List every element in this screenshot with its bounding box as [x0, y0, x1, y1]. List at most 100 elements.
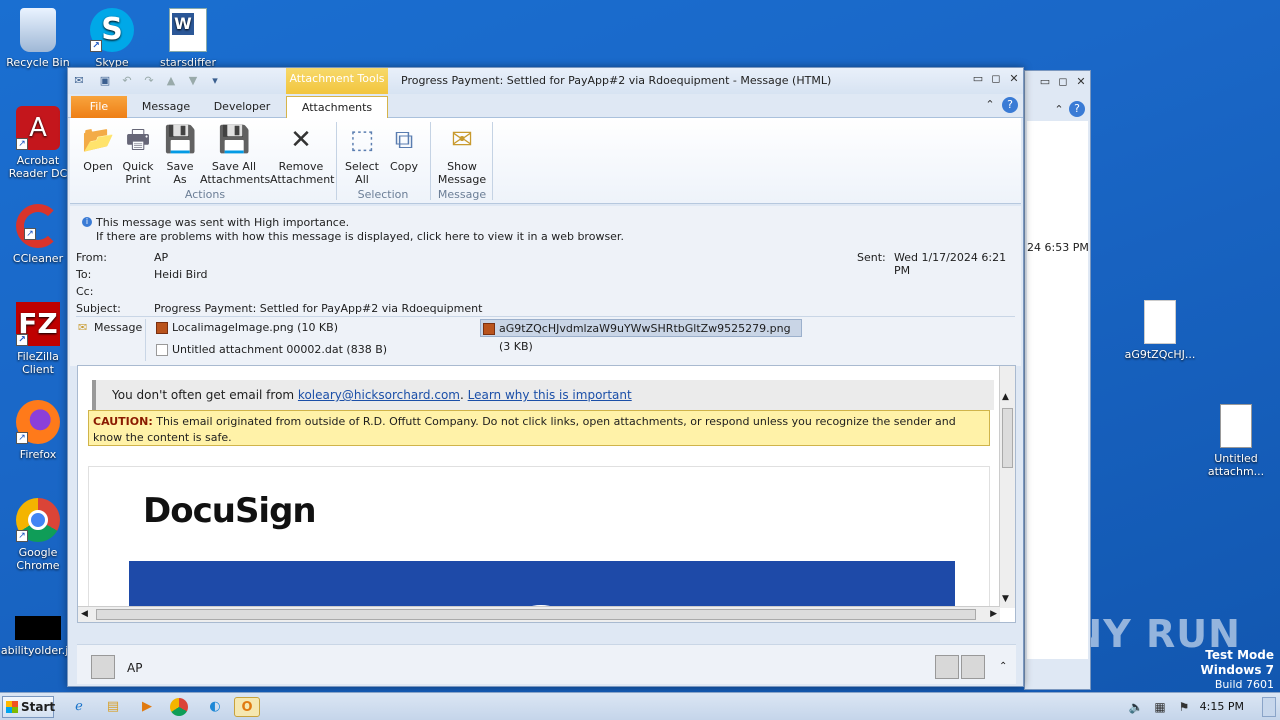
tab-file[interactable]: File — [71, 96, 127, 118]
copy-icon: ⧉ — [394, 125, 414, 155]
start-button[interactable]: Start — [2, 696, 55, 718]
down-icon[interactable]: ▼ — [186, 74, 200, 88]
from-value[interactable]: AP — [154, 251, 168, 264]
collapse-ribbon-icon[interactable]: ⌃ — [982, 98, 998, 112]
internet-explorer-icon[interactable]: ℯ — [68, 697, 90, 717]
from-label: From: — [76, 251, 107, 264]
envelope-icon: ✉ — [451, 125, 473, 155]
people-pane: AP ⌃ — [77, 644, 1016, 684]
avatar[interactable] — [91, 655, 115, 679]
minimize-icon[interactable]: ▭ — [970, 72, 986, 86]
desktop-icon-skype[interactable]: S ↗ Skype — [74, 8, 150, 69]
info-bar[interactable]: i This message was sent with High import… — [70, 206, 1021, 246]
firefox-icon: ↗ — [16, 400, 60, 444]
background-window[interactable]: ▭ ◻ ✕ ⌃ ? 24 6:53 PM — [1024, 70, 1091, 690]
word-document-icon: W — [169, 8, 207, 52]
scroll-up-icon[interactable]: ▲ — [1002, 392, 1009, 402]
attachment-item-selected[interactable]: aG9tZQcHJvdmlzaW9uYWwSHRtbGltZw9525279.p… — [480, 319, 802, 353]
save-icon[interactable]: ▣ — [98, 74, 112, 88]
desktop-icon-png-file[interactable]: aG9tZQcHJ... — [1122, 300, 1198, 361]
flag-icon[interactable]: ⚑ — [1176, 699, 1192, 715]
scroll-thumb[interactable] — [1002, 408, 1013, 468]
to-value[interactable]: Heidi Bird — [154, 268, 208, 281]
close-icon[interactable]: ✕ — [1073, 75, 1089, 89]
desktop-icon-abilityolder[interactable]: abilityolder.jp — [0, 616, 76, 657]
file-icon — [156, 344, 168, 356]
avatar[interactable] — [961, 655, 985, 679]
save-all-icon: 💾 — [218, 125, 251, 155]
scroll-thumb[interactable] — [96, 609, 976, 620]
remove-attachment-button[interactable]: ✕ Remove Attachment — [270, 124, 335, 186]
desktop-icon-chrome[interactable]: ↗ Google Chrome — [0, 498, 76, 572]
desktop-icon-recycle-bin[interactable]: Recycle Bin — [0, 8, 76, 69]
skype-icon: S ↗ — [90, 8, 134, 52]
quick-print-button[interactable]: 🖶 Quick Print — [120, 124, 156, 186]
ribbon-separator — [336, 122, 337, 200]
acrobat-icon: A ↗ — [16, 106, 60, 150]
desktop-icon-dat-file[interactable]: Untitled attachm... — [1198, 404, 1274, 478]
avatar[interactable] — [935, 655, 959, 679]
help-icon[interactable]: ? — [1069, 101, 1085, 117]
printer-icon: 🖶 — [125, 125, 151, 155]
clock[interactable]: 4:15 PM — [1200, 700, 1244, 713]
docusign-logo: DocuSign — [143, 491, 317, 531]
sent-value: Wed 1/17/2024 6:21 PM — [894, 251, 1007, 277]
show-desktop-button[interactable] — [1262, 697, 1276, 717]
media-player-icon[interactable]: ▶ — [136, 697, 158, 717]
sender-email-link[interactable]: koleary@hicksorchard.com — [298, 388, 460, 402]
explorer-folder-icon[interactable]: ▤ — [102, 697, 124, 717]
tab-message[interactable]: Message — [136, 96, 196, 118]
up-icon[interactable]: ▲ — [164, 74, 178, 88]
edge-icon[interactable]: ◐ — [204, 697, 226, 717]
docusign-email-content: DocuSign — [88, 466, 990, 622]
folder-open-icon: 📂 — [82, 125, 115, 155]
image-file-icon — [156, 322, 168, 334]
outlook-icon: ✉ — [74, 74, 84, 87]
chrome-icon[interactable] — [170, 698, 188, 716]
chrome-icon: ↗ — [16, 498, 60, 542]
desktop-icon-ccleaner[interactable]: ↗ CCleaner — [0, 204, 76, 265]
window-title: Progress Payment: Settled for PayApp#2 v… — [401, 74, 832, 87]
minimize-icon[interactable]: ▭ — [1037, 75, 1053, 89]
attachment-item[interactable]: Untitled attachment 00002.dat (838 B) — [154, 341, 387, 359]
remove-x-icon: ✕ — [290, 125, 312, 155]
speaker-icon[interactable]: 🔈 — [1128, 699, 1144, 715]
learn-why-link[interactable]: Learn why this is important — [468, 388, 632, 402]
desktop-icon-starsdiffer[interactable]: W starsdiffer — [150, 8, 226, 69]
background-window-time: 24 6:53 PM — [1027, 241, 1089, 254]
scroll-right-icon[interactable]: ▶ — [990, 609, 997, 619]
show-message-button[interactable]: ✉ Show Message — [436, 124, 488, 186]
desktop-icon-acrobat[interactable]: A ↗ Acrobat Reader DC — [0, 106, 76, 180]
help-icon[interactable]: ? — [1002, 97, 1018, 113]
vertical-scrollbar[interactable]: ▲ ▼ — [999, 366, 1015, 608]
display-problem-notice[interactable]: If there are problems with how this mess… — [96, 230, 624, 243]
redo-icon[interactable]: ↷ — [142, 74, 156, 88]
collapse-ribbon-icon[interactable]: ⌃ — [1051, 103, 1067, 117]
close-icon[interactable]: ✕ — [1006, 72, 1022, 86]
attachment-item[interactable]: LocalimageImage.png (10 KB) — [154, 319, 338, 337]
save-all-attachments-button[interactable]: 💾 Save All Attachments — [200, 124, 270, 186]
message-header: From: AP Sent: Wed 1/17/2024 6:21 PM To:… — [70, 246, 1021, 366]
horizontal-scrollbar[interactable]: ◀ ▶ — [78, 606, 1000, 622]
tab-attachments[interactable]: Attachments — [286, 96, 388, 118]
network-icon[interactable]: ▦ — [1152, 699, 1168, 715]
expand-people-pane-icon[interactable]: ⌃ — [999, 661, 1007, 672]
message-attachment-tab[interactable]: ✉ Message — [76, 319, 146, 361]
tab-developer[interactable]: Developer — [208, 96, 276, 118]
maximize-icon[interactable]: ◻ — [1055, 75, 1071, 89]
scroll-left-icon[interactable]: ◀ — [81, 609, 88, 619]
outlook-icon[interactable]: O — [234, 697, 260, 717]
message-body[interactable]: You don't often get email from koleary@h… — [77, 365, 1016, 623]
save-as-button[interactable]: 💾 Save As — [162, 124, 198, 186]
undo-icon[interactable]: ↶ — [120, 74, 134, 88]
customize-qat-icon[interactable]: ▾ — [208, 74, 222, 88]
ribbon: 📂 Open 🖶 Quick Print 💾 Save As 💾 Save All A… — [70, 118, 1021, 204]
maximize-icon[interactable]: ◻ — [988, 72, 1004, 86]
scroll-down-icon[interactable]: ▼ — [1002, 594, 1009, 604]
open-button[interactable]: 📂 Open — [78, 124, 118, 173]
desktop-icon-filezilla[interactable]: FZ ↗ FileZilla Client — [0, 302, 76, 376]
copy-button[interactable]: ⧉ Copy — [386, 124, 422, 173]
select-all-button[interactable]: ⬚ Select All — [342, 124, 382, 186]
desktop-icon-firefox[interactable]: ↗ Firefox — [0, 400, 76, 461]
ribbon-tabs: File Message Developer Attachments ⌃ ? — [68, 94, 1023, 118]
